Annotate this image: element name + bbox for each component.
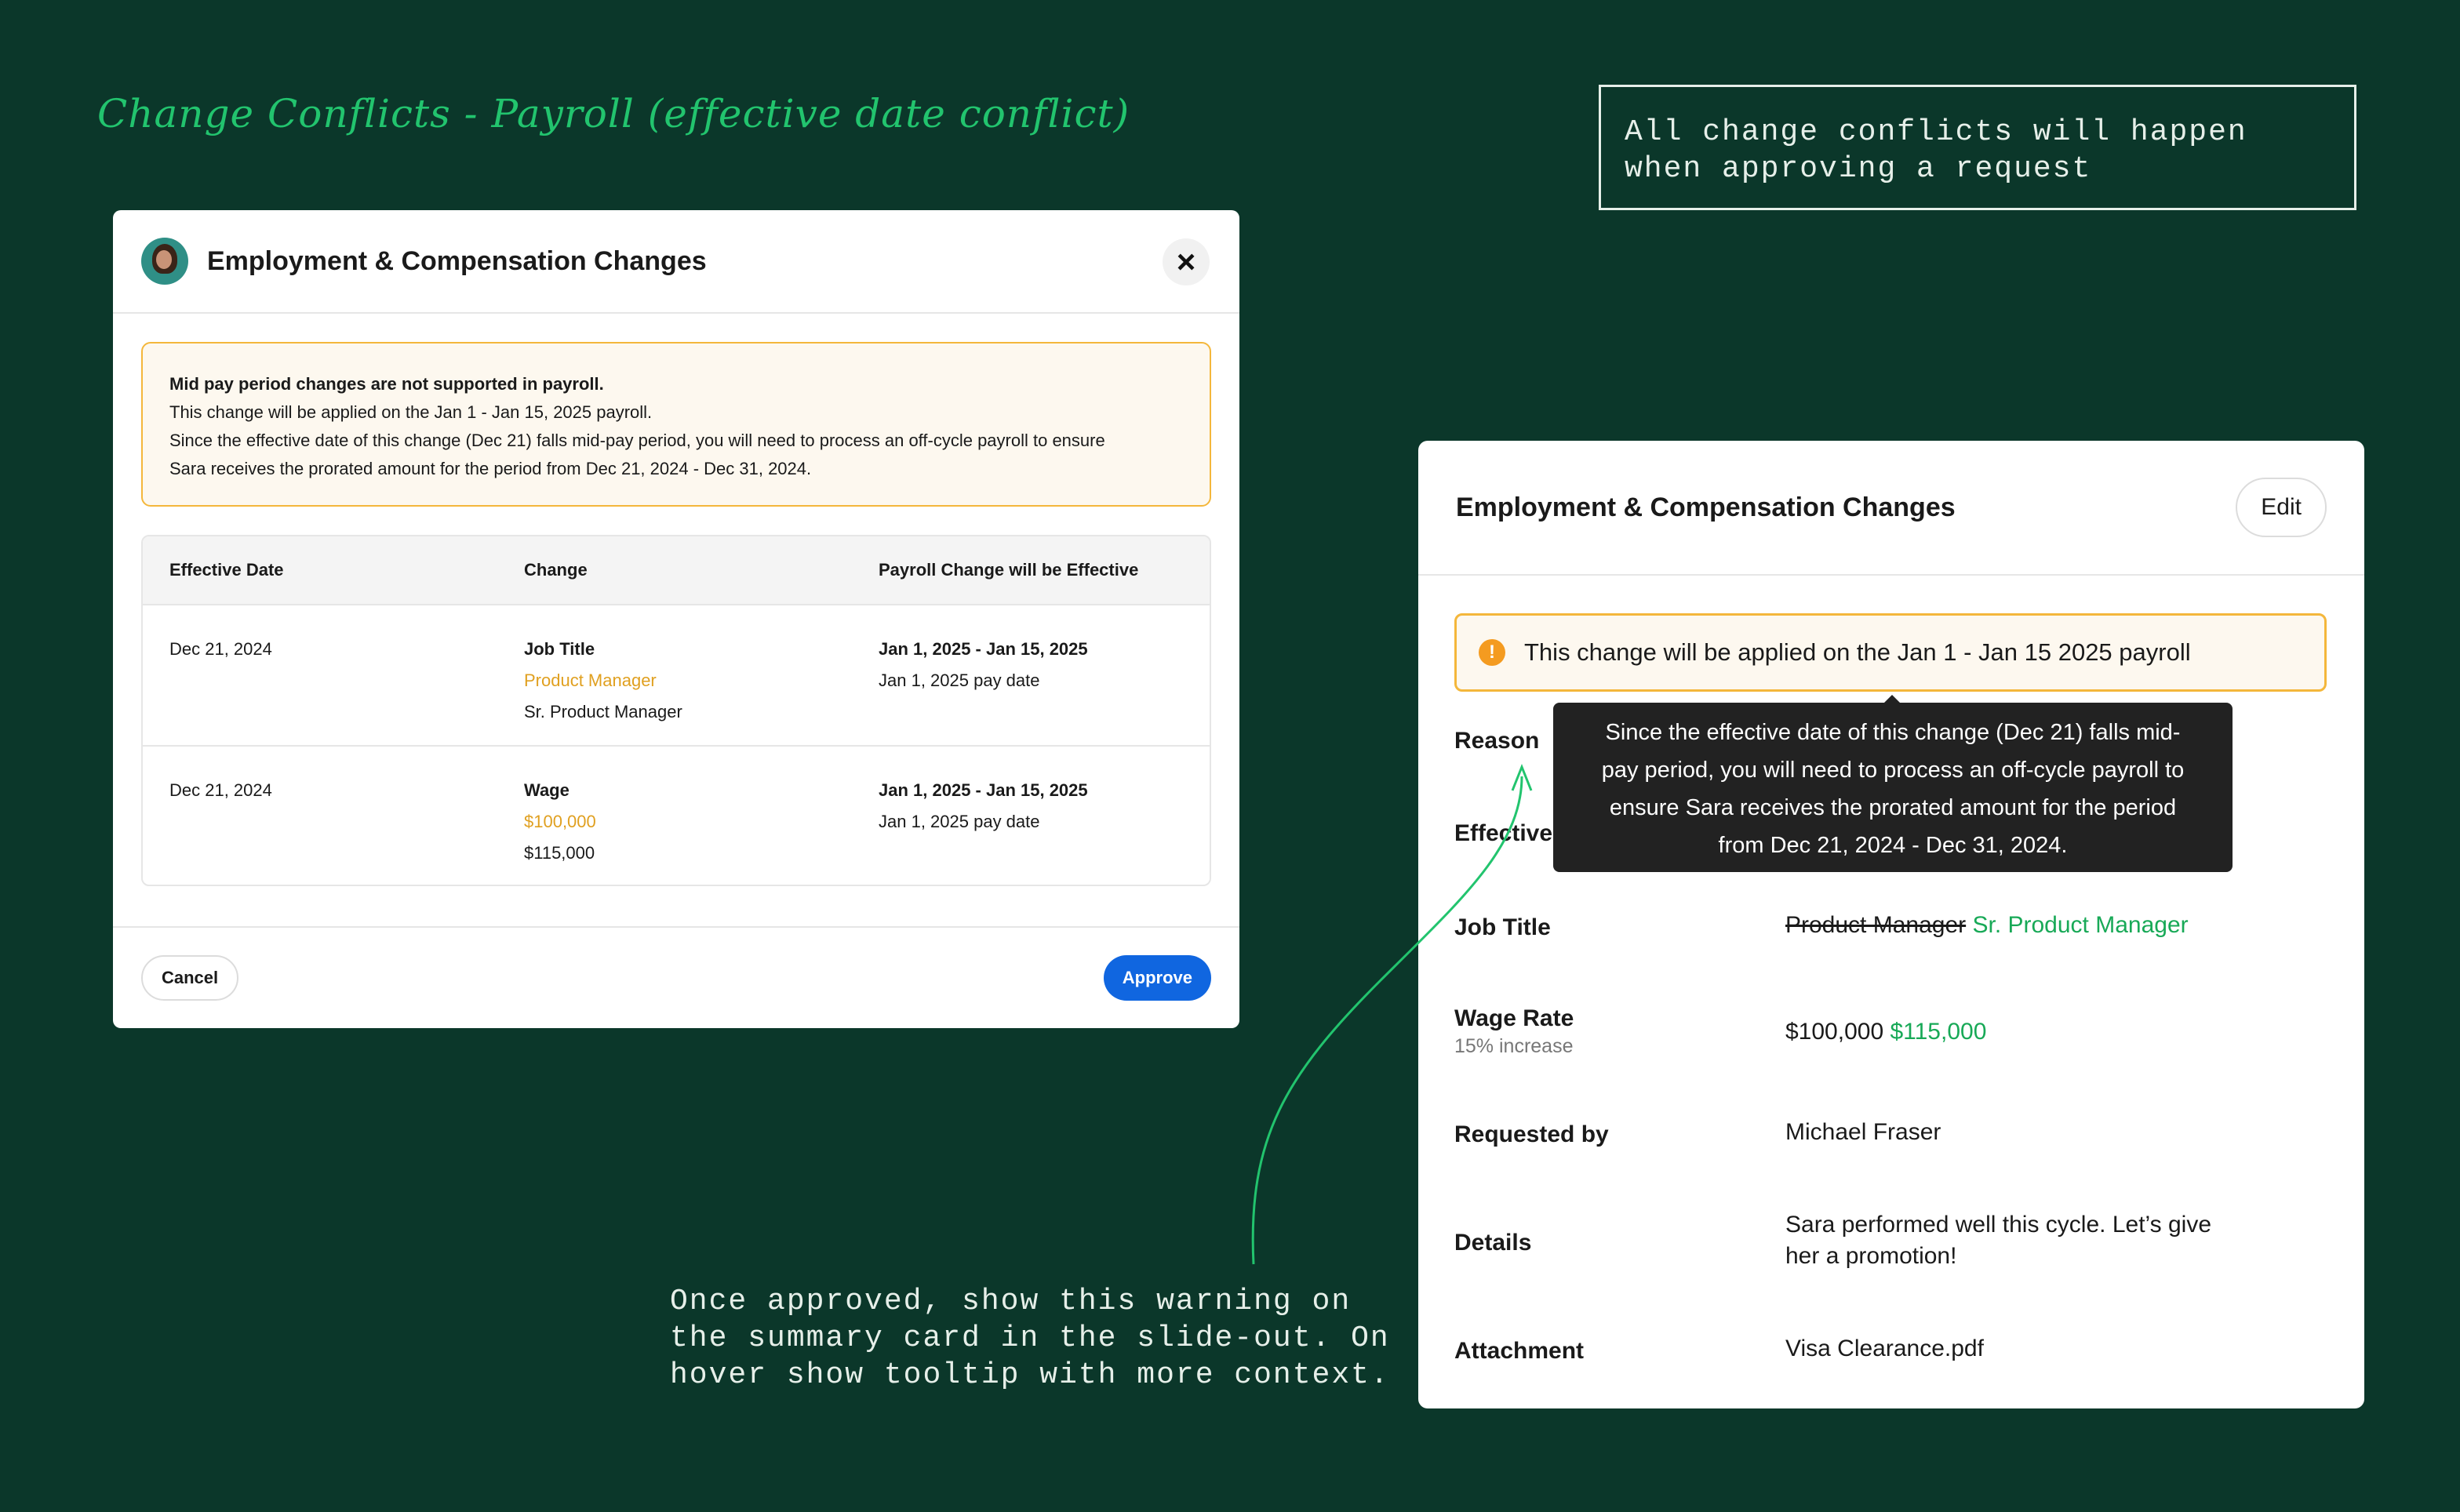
note-line: the summary card in the slide-out. On: [670, 1321, 1390, 1355]
old-value: Product Manager: [524, 671, 657, 690]
pay-date: Jan 1, 2025 pay date: [879, 812, 1040, 831]
warning-tooltip: Since the effective date of this change …: [1553, 695, 2233, 872]
card-title: Employment & Compensation Changes: [1456, 492, 1956, 522]
new-value: Sr. Product Manager: [524, 702, 682, 721]
warning-text: This change will be applied on the Jan 1…: [1524, 638, 2191, 666]
page-heading: Change Conflicts - Payroll (effective da…: [97, 91, 1130, 136]
wage-value: $100,000 $115,000: [1785, 1016, 1986, 1048]
row-payroll: Jan 1, 2025 - Jan 15, 2025 Jan 1, 2025 p…: [879, 775, 1192, 885]
attachment-link[interactable]: Visa Clearance.pdf: [1785, 1333, 1984, 1365]
row-change: Job Title Product Manager Sr. Product Ma…: [524, 634, 879, 745]
col-change: Change: [524, 560, 588, 580]
close-icon[interactable]: ×: [1163, 238, 1210, 285]
wage-label: Wage Rate: [1454, 1005, 1574, 1031]
job-title-new: Sr. Product Manager: [1972, 912, 2189, 938]
wage-old: $100,000: [1785, 1019, 1884, 1045]
card-header: Employment & Compensation Changes Edit: [1418, 441, 2364, 576]
period: Jan 1, 2025 - Jan 15, 2025: [879, 639, 1088, 659]
note-line: Once approved, show this warning on: [670, 1285, 1352, 1318]
alert-line: Sara receives the prorated amount for th…: [169, 459, 812, 478]
table-header: Effective Date Change Payroll Change wil…: [143, 536, 1210, 605]
old-value: $100,000: [524, 812, 596, 831]
modal-alert: Mid pay period changes are not supported…: [141, 342, 1211, 507]
modal-title: Employment & Compensation Changes: [207, 245, 707, 276]
note-top: All change conflicts will happen when ap…: [1599, 85, 2356, 210]
tooltip-line: pay period, you will need to process an …: [1601, 758, 2185, 783]
effective-label: Effective: [1454, 820, 1553, 846]
alert-title: Mid pay period changes are not supported…: [169, 374, 604, 394]
pay-date: Jan 1, 2025 pay date: [879, 671, 1040, 690]
warning-icon: !: [1479, 639, 1505, 666]
alert-line: Since the effective date of this change …: [169, 431, 1105, 450]
attachment-label: Attachment: [1454, 1338, 1585, 1364]
details-label: Details: [1454, 1230, 1532, 1256]
modal-header: Employment & Compensation Changes ×: [113, 210, 1239, 314]
requested-label: Requested by: [1454, 1121, 1609, 1147]
modal-footer: Cancel Approve: [113, 926, 1239, 1028]
details-value: Sara performed well this cycle. Let’s gi…: [1785, 1209, 2211, 1272]
row-date: Dec 21, 2024: [169, 780, 272, 800]
period: Jan 1, 2025 - Jan 15, 2025: [879, 780, 1088, 800]
table-row: Dec 21, 2024 Wage $100,000 $115,000 Jan …: [143, 745, 1210, 885]
table-row: Dec 21, 2024 Job Title Product Manager S…: [143, 605, 1210, 745]
details-line: Sara performed well this cycle. Let’s gi…: [1785, 1212, 2212, 1238]
tooltip-line: ensure Sara receives the prorated amount…: [1609, 795, 2177, 820]
summary-card: Employment & Compensation Changes Edit !…: [1418, 441, 2364, 1408]
col-payroll-effective: Payroll Change will be Effective: [879, 560, 1139, 580]
change-label: Wage: [524, 780, 570, 800]
note-bottom: Once approved, show this warning on the …: [670, 1283, 1390, 1394]
avatar: [141, 238, 188, 285]
payroll-warning-banner[interactable]: ! This change will be applied on the Jan…: [1454, 613, 2327, 692]
row-date: Dec 21, 2024: [169, 639, 272, 659]
approve-button[interactable]: Approve: [1103, 955, 1211, 1001]
alert-line: This change will be applied on the Jan 1…: [169, 402, 653, 422]
reason-label: Reason: [1454, 728, 1540, 754]
new-value: $115,000: [524, 843, 595, 863]
row-change: Wage $100,000 $115,000: [524, 775, 879, 885]
wage-sub: 15% increase: [1454, 1035, 1574, 1057]
note-line: hover show tooltip with more context.: [670, 1358, 1390, 1392]
wage-new: $115,000: [1890, 1019, 1987, 1045]
requested-value: Michael Fraser: [1785, 1119, 1941, 1145]
job-title-label: Job Title: [1454, 914, 1551, 940]
tooltip-line: from Dec 21, 2024 - Dec 31, 2024.: [1718, 833, 2068, 858]
edit-button[interactable]: Edit: [2236, 478, 2327, 537]
tooltip-line: Since the effective date of this change …: [1605, 720, 2181, 745]
details-line: her a promotion!: [1785, 1243, 1957, 1269]
row-payroll: Jan 1, 2025 - Jan 15, 2025 Jan 1, 2025 p…: [879, 634, 1192, 745]
job-title-value: Product Manager Sr. Product Manager: [1785, 910, 2189, 941]
change-label: Job Title: [524, 639, 595, 659]
cancel-button[interactable]: Cancel: [141, 955, 239, 1001]
col-effective-date: Effective Date: [169, 560, 284, 580]
job-title-old: Product Manager: [1785, 912, 1967, 938]
changes-table: Effective Date Change Payroll Change wil…: [141, 535, 1211, 886]
approval-modal: Employment & Compensation Changes × Mid …: [113, 210, 1239, 1028]
